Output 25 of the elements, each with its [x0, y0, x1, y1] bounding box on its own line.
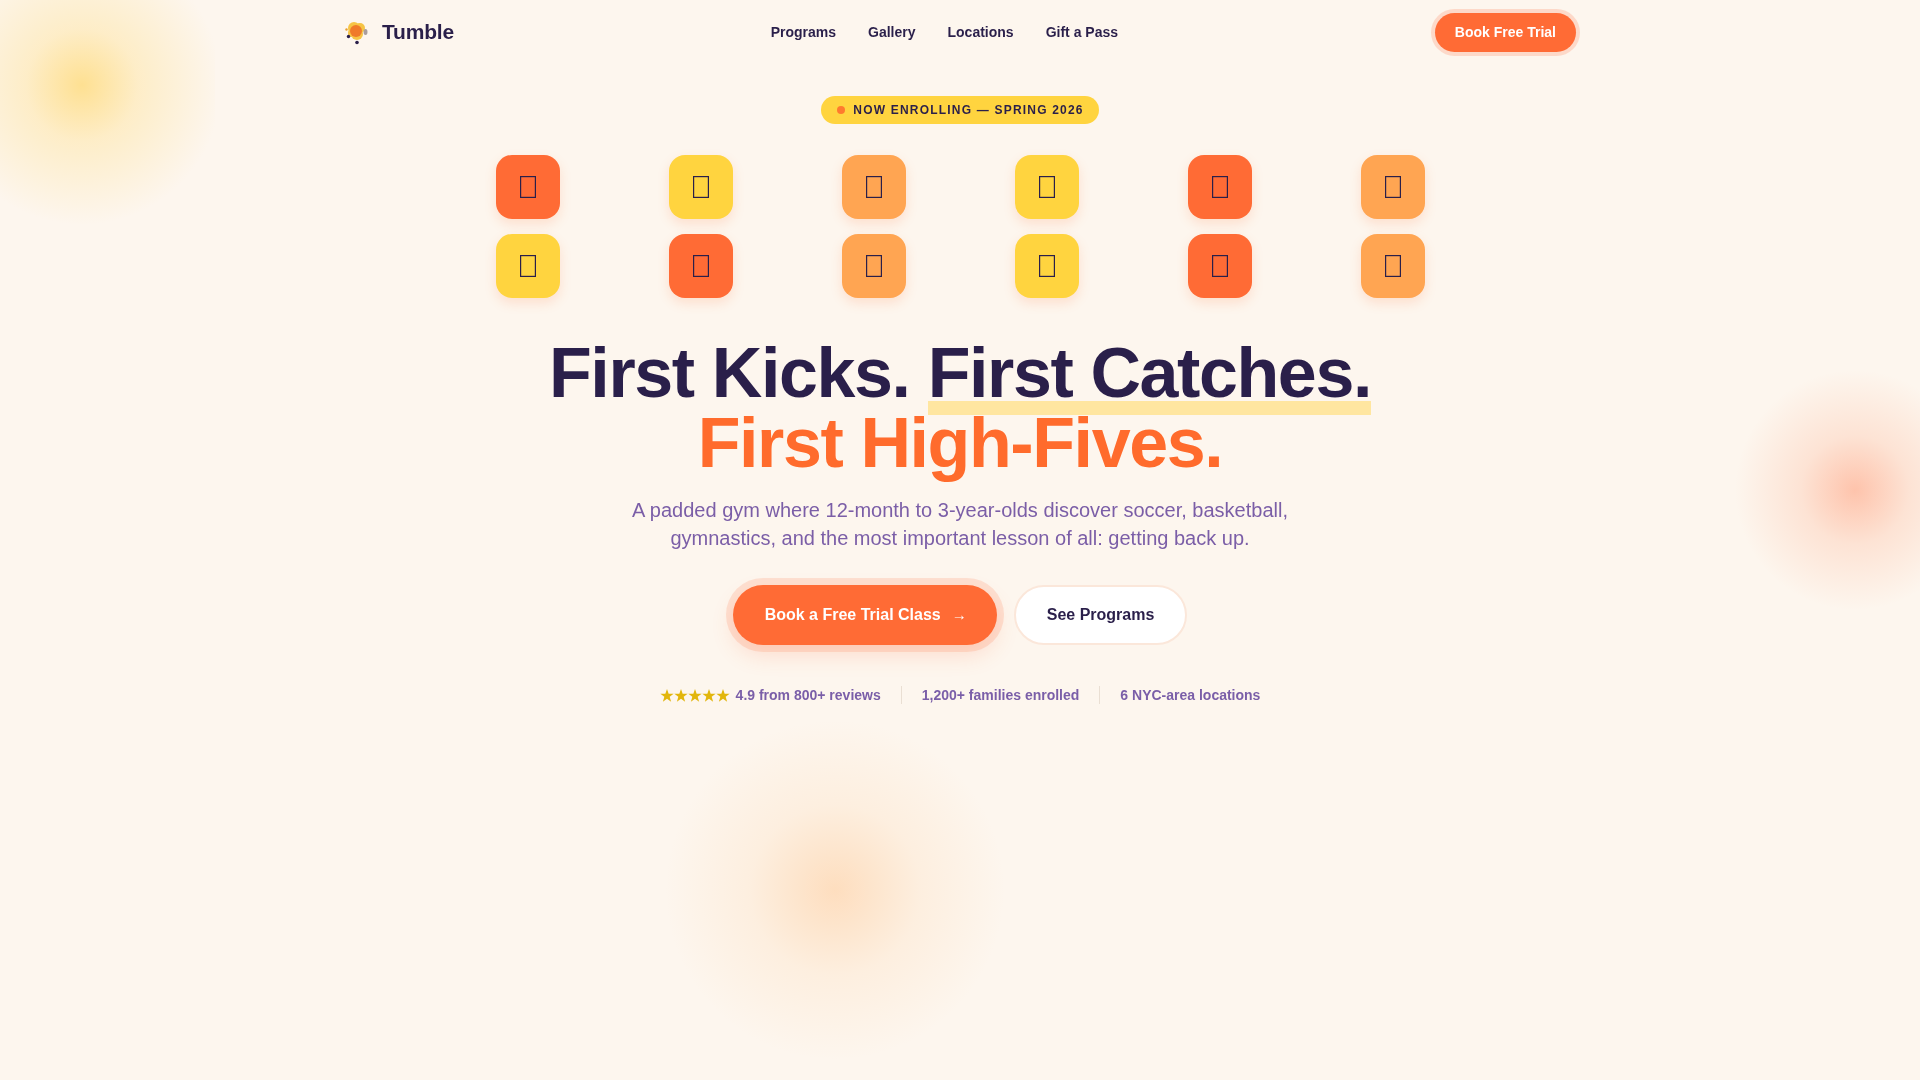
dot-icon — [837, 106, 846, 114]
missing-glyph-icon — [692, 255, 709, 277]
missing-glyph-icon — [1211, 176, 1228, 198]
logo-text[interactable]: Tumble — [382, 20, 454, 44]
hero-subtitle: A padded gym where 12-month to 3-year-olds discover soccer, basketball, gymnastics, and the most important lesson of all: getting back up. — [631, 498, 1289, 551]
missing-glyph-icon — [1211, 255, 1228, 277]
stat-text: 6 NYC-area locations — [1120, 686, 1261, 704]
ball-confetti-icon[interactable] — [344, 19, 370, 45]
missing-glyph-icon — [865, 255, 882, 277]
missing-glyph-icon — [519, 255, 536, 277]
missing-glyph-icon — [1384, 176, 1401, 198]
stat-text: 1,200+ families enrolled — [921, 686, 1080, 704]
missing-glyph-icon — [1038, 255, 1055, 277]
missing-glyph-icon — [519, 176, 536, 198]
missing-glyph-icon — [692, 176, 709, 198]
nav-link[interactable]: Programs — [770, 23, 837, 41]
nav-link[interactable]: Locations — [947, 23, 1014, 41]
missing-glyph-icon — [1384, 255, 1401, 277]
badge-text: NOW ENROLLING — SPRING 2026 — [853, 103, 1084, 117]
missing-glyph-icon — [1038, 176, 1055, 198]
nav-link[interactable]: Gift a Pass — [1045, 23, 1118, 41]
stat-text: 4.9 from 800+ reviews — [735, 686, 881, 704]
missing-glyph-icon — [865, 176, 882, 198]
see-programs-button[interactable]: See Programs — [1013, 585, 1188, 645]
nav-link[interactable]: Gallery — [868, 23, 916, 41]
